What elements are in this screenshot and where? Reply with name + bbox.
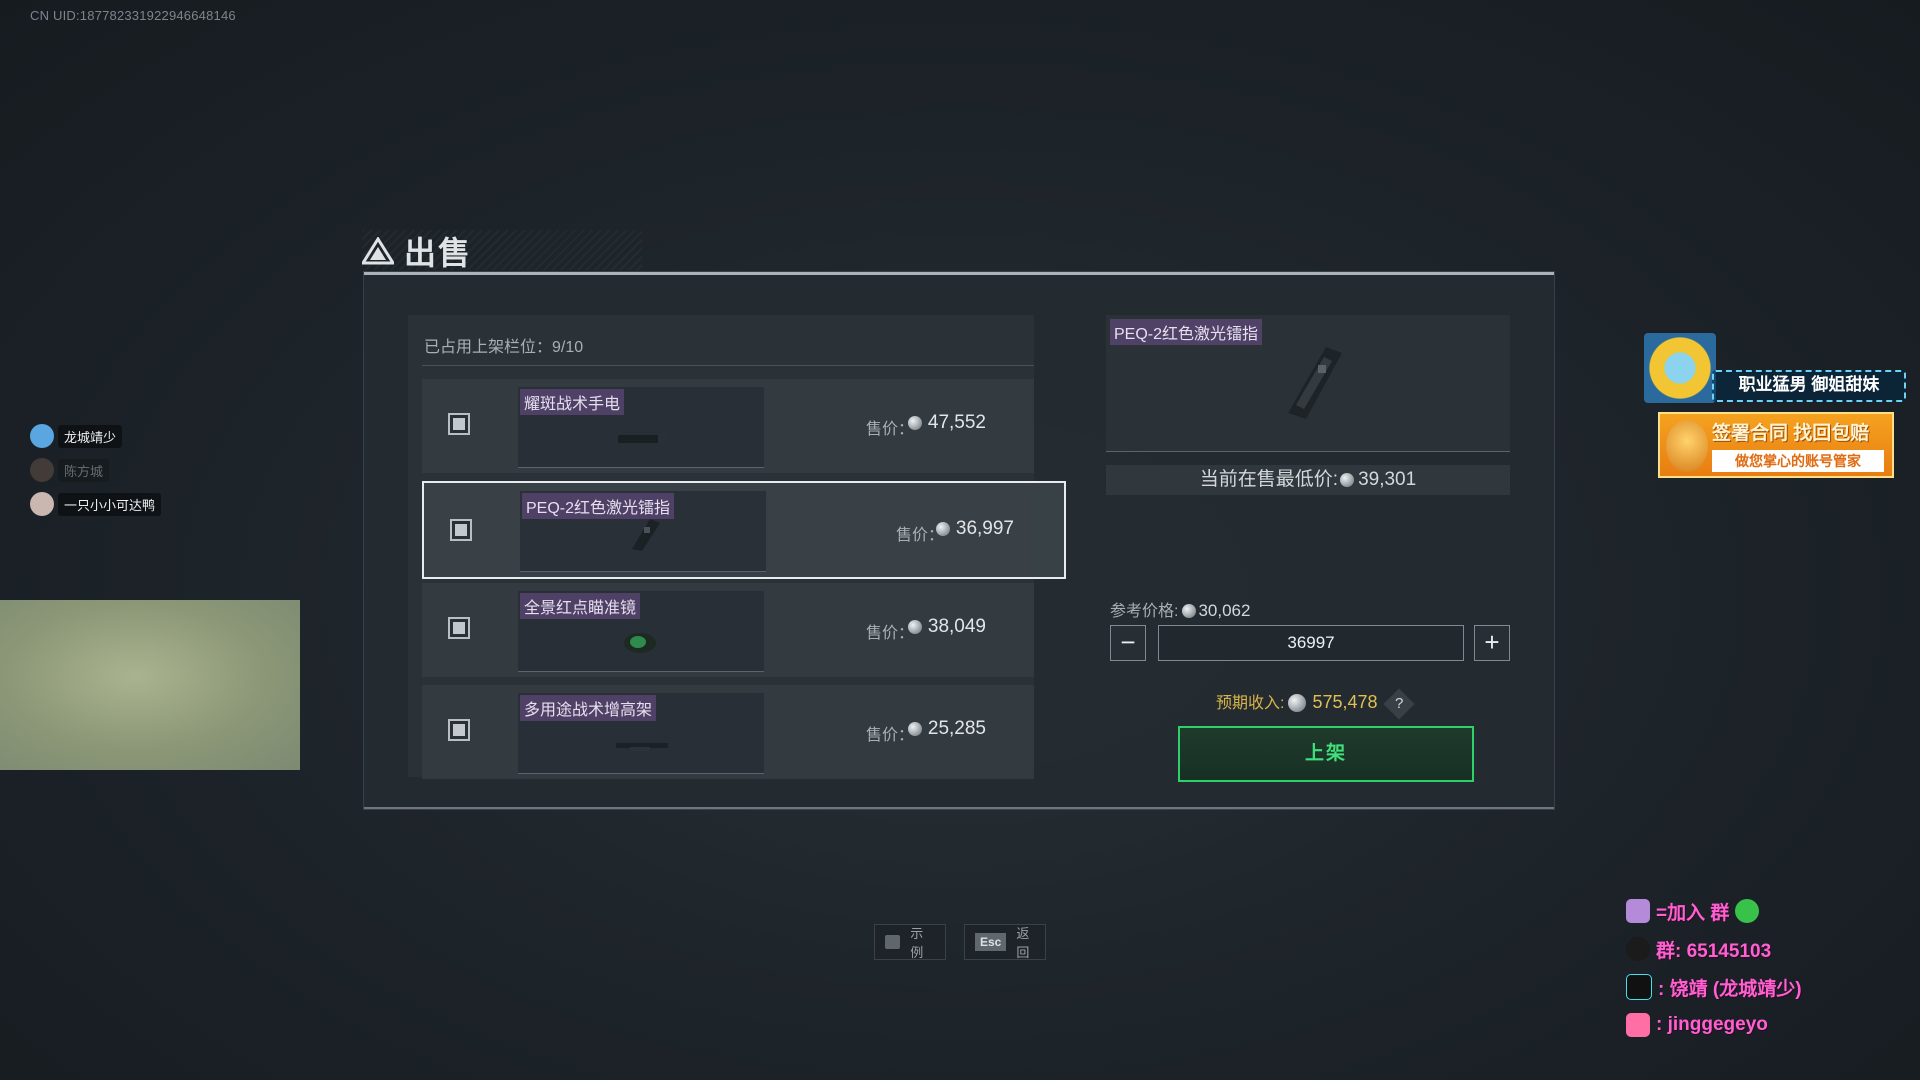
mascot-icon: [1666, 420, 1708, 472]
tiktok-icon: [1626, 974, 1652, 1000]
esc-key-icon: Esc: [975, 933, 1007, 951]
reference-price-label: 参考价格:: [1110, 603, 1179, 620]
bilibili-icon: [1626, 1013, 1650, 1037]
avatar: [30, 424, 54, 448]
flashlight-icon: [618, 433, 666, 445]
price-label: 售价：: [865, 727, 914, 744]
coin-icon: [907, 416, 922, 430]
item-name: 全景红点瞄准镜: [520, 593, 641, 619]
lowest-price: 当前在售最低价: 39,301: [1106, 465, 1510, 495]
item-name: 多用途战术增高架: [520, 695, 657, 721]
coin-icon: [935, 522, 950, 536]
social-line: =加入 群: [1626, 892, 1802, 930]
price-value: 47,552: [907, 412, 986, 434]
slots-usage: 已占用上架栏位：9/10: [424, 333, 583, 357]
item-checkbox[interactable]: [448, 719, 470, 741]
income-value: 575,478: [1312, 692, 1378, 712]
price-value: 25,285: [907, 718, 986, 740]
social-line: 群: 65145103: [1626, 930, 1802, 968]
price-label: 售价：: [865, 625, 914, 642]
detail-item-name: PEQ-2红色激光镭指: [1110, 319, 1263, 345]
laser-device-icon: [632, 519, 660, 551]
slots-label: 已占用上架栏位：: [424, 339, 553, 356]
coin-icon: [1288, 694, 1307, 712]
divider: [422, 365, 1034, 366]
price-number: 36,997: [955, 518, 1014, 539]
stream-ad-top: 职业猛男 御姐甜妹: [1644, 333, 1906, 405]
viewer-entry: 陈方城: [30, 458, 110, 482]
social-text: : jinggegeyo: [1656, 1014, 1768, 1035]
coin-icon: [907, 722, 922, 736]
viewer-entry: 一只小小可达鸭: [30, 492, 162, 516]
qq-icon: [1626, 937, 1650, 961]
item-checkbox[interactable]: [448, 617, 470, 639]
list-item[interactable]: 全景红点瞄准镜 售价： 38,049: [422, 583, 1034, 677]
sell-panel: 已占用上架栏位：9/10 耀斑战术手电 售价： 47,552 PEQ-2红色激光…: [364, 272, 1554, 809]
sell-logo-icon: [362, 237, 394, 265]
wechat-icon: [1735, 899, 1760, 923]
expected-income: 预期收入: 575,478?: [1216, 688, 1415, 720]
social-line: : jinggegeyo: [1626, 1006, 1802, 1044]
price-label: 售价：: [865, 421, 914, 438]
viewer-entry: 龙城靖少: [30, 424, 123, 448]
lowest-price-value: 39,301: [1358, 469, 1417, 490]
avatar: [30, 492, 54, 516]
stream-ad-banner: 签署合同 找回包赔 做您掌心的账号管家: [1658, 412, 1894, 478]
reference-price-value: 30,062: [1198, 601, 1251, 620]
uid-label: CN UID:1877823319229466481­46: [30, 8, 236, 23]
price-number: 47,552: [927, 412, 986, 433]
item-detail-preview: PEQ-2红色激光镭指: [1106, 315, 1510, 452]
title-text: 出售: [404, 235, 473, 271]
list-item-selected[interactable]: PEQ-2红色激光镭指 售价： 36,997: [422, 481, 1066, 579]
badge-icon: [1626, 899, 1650, 923]
red-dot-sight-icon: [624, 633, 656, 653]
price-value: 38,049: [907, 616, 986, 638]
banner-line1: 签署合同 找回包赔: [1712, 423, 1870, 444]
social-text: : 饶靖 (龙城靖少): [1658, 978, 1802, 1000]
decrease-button[interactable]: −: [1110, 625, 1146, 661]
coin-icon: [907, 620, 922, 634]
list-item[interactable]: 耀斑战术手电 售价： 47,552: [422, 379, 1034, 473]
social-line: : 饶靖 (龙城靖少): [1626, 968, 1802, 1006]
viewer-name: 一只小小可达鸭: [58, 492, 162, 516]
ad-slogan: 职业猛男 御姐甜妹: [1712, 370, 1906, 402]
coin-icon: [1340, 473, 1355, 487]
hint-label: 返回: [1016, 926, 1030, 960]
page-title: 出售: [362, 228, 472, 274]
reference-price: 参考价格: 30,062: [1110, 597, 1250, 621]
income-label: 预期收入:: [1216, 695, 1285, 712]
price-number: 38,049: [927, 616, 986, 637]
increase-button[interactable]: +: [1474, 625, 1510, 661]
banner-line2: 做您掌心的账号管家: [1712, 450, 1884, 472]
avatar: [30, 458, 54, 482]
coin-icon: [1182, 604, 1197, 618]
item-checkbox[interactable]: [450, 519, 472, 541]
price-value: 36,997: [935, 518, 1014, 540]
laser-device-icon: [1288, 347, 1342, 419]
slots-value: 9/10: [552, 339, 584, 356]
book-icon: [885, 935, 901, 949]
social-links: =加入 群 群: 65145103 : 饶靖 (龙城靖少) : jinggege…: [1626, 892, 1802, 1044]
help-glyph: ?: [1394, 695, 1403, 712]
social-text: =加入 群: [1656, 902, 1730, 924]
lowest-price-label: 当前在售最低价:: [1199, 469, 1339, 490]
webcam-overlay: [0, 600, 300, 770]
mascot-icon: [1644, 333, 1716, 403]
price-input[interactable]: 36997: [1158, 625, 1464, 661]
riser-mount-icon: [616, 743, 668, 751]
social-text: 群: 65145103: [1656, 940, 1772, 962]
hint-label: 示例: [910, 926, 924, 960]
list-item[interactable]: 多用途战术增高架 售价： 25,285: [422, 685, 1034, 779]
price-number: 25,285: [927, 718, 986, 739]
example-hint-button[interactable]: 示例: [874, 924, 946, 960]
item-checkbox[interactable]: [448, 413, 470, 435]
item-list: 已占用上架栏位：9/10 耀斑战术手电 售价： 47,552 PEQ-2红色激光…: [408, 315, 1066, 779]
viewer-name: 龙城靖少: [58, 424, 123, 448]
item-name: 耀斑战术手电: [520, 389, 625, 415]
back-button[interactable]: Esc 返回: [964, 924, 1046, 960]
list-for-sale-button[interactable]: 上架: [1178, 726, 1474, 782]
help-icon[interactable]: ?: [1382, 688, 1415, 720]
viewer-name: 陈方城: [58, 458, 110, 482]
